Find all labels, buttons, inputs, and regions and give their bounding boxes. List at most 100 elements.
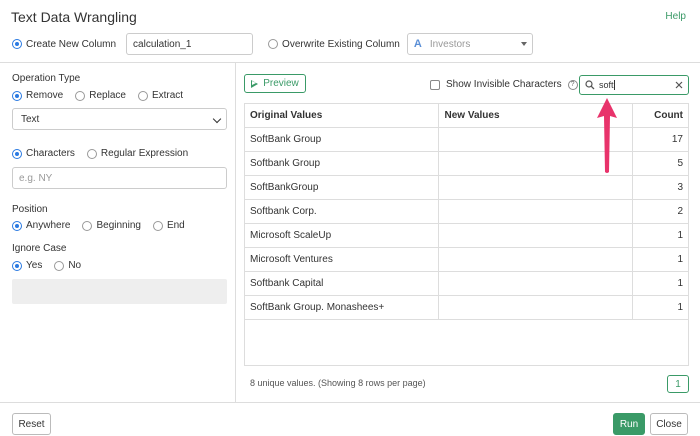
operation-target-value: Text: [21, 113, 40, 125]
radio-unselected-icon: [268, 39, 279, 49]
show-invisible-characters-label: Show Invisible Characters: [446, 79, 562, 90]
table-row: SoftBank Group. Monashees+ 1: [244, 295, 689, 320]
overwrite-existing-column-label: Overwrite Existing Column: [282, 38, 400, 50]
position-heading: Position: [12, 204, 48, 215]
help-link[interactable]: Help: [665, 11, 686, 22]
preview-label: Preview: [263, 78, 299, 89]
radio-selected-icon: [12, 260, 22, 271]
position-beginning-label: Beginning: [96, 220, 141, 231]
count-cell: 3: [631, 175, 689, 200]
count-cell: 5: [631, 151, 689, 176]
operation-type-heading: Operation Type: [12, 73, 81, 84]
radio-unselected-icon: [75, 90, 86, 101]
radio-selected-icon: [12, 90, 22, 101]
disabled-field-placeholder: [12, 279, 227, 304]
count-cell: 1: [631, 223, 689, 248]
table-header-row: Original Values New Values Count: [244, 103, 689, 128]
create-new-column-label: Create New Column: [26, 38, 117, 50]
table-row: Microsoft ScaleUp 1: [244, 223, 689, 248]
new-value-cell[interactable]: [437, 295, 632, 320]
operation-replace-label: Replace: [89, 90, 126, 101]
match-type-options: Characters Regular Expression: [12, 148, 188, 159]
operation-remove-radio[interactable]: Remove: [12, 90, 63, 101]
table-row: Microsoft Ventures 1: [244, 247, 689, 272]
search-box[interactable]: soft: [579, 75, 689, 95]
play-icon: [251, 79, 259, 88]
pagination-page-button[interactable]: 1: [667, 375, 689, 393]
show-invisible-characters-checkbox[interactable]: Show Invisible Characters ?: [430, 79, 578, 90]
search-icon: [585, 80, 595, 90]
operation-target-select[interactable]: Text: [12, 108, 227, 130]
original-value-cell: SoftBank Group: [244, 127, 438, 152]
radio-selected-icon: [12, 220, 22, 231]
position-anywhere-radio[interactable]: Anywhere: [12, 220, 70, 231]
new-value-cell[interactable]: [437, 247, 632, 272]
close-button[interactable]: Close: [650, 413, 688, 435]
radio-selected-icon: [12, 148, 22, 159]
radio-unselected-icon: [82, 220, 93, 231]
info-icon: ?: [567, 79, 578, 90]
preview-button[interactable]: Preview: [244, 74, 306, 93]
original-value-cell: Softbank Corp.: [244, 199, 438, 224]
text-type-icon: A: [413, 38, 422, 50]
close-icon[interactable]: [675, 81, 683, 89]
ignore-case-heading: Ignore Case: [12, 243, 67, 254]
table-row: Softbank Capital 1: [244, 271, 689, 296]
ignore-case-options: Yes No: [12, 260, 81, 271]
dialog-title: Text Data Wrangling: [11, 9, 137, 25]
dropdown-arrow-icon: [520, 42, 527, 46]
original-value-cell: SoftBankGroup: [244, 175, 438, 200]
table-summary-text: 8 unique values. (Showing 8 rows per pag…: [250, 378, 426, 388]
ignore-case-no-label: No: [68, 260, 82, 271]
operation-type-options: Remove Replace Extract: [12, 90, 183, 101]
original-values-header[interactable]: Original Values: [244, 103, 438, 128]
original-value-cell: Softbank Capital: [244, 271, 438, 296]
original-value-cell: Softbank Group: [244, 151, 438, 176]
count-cell: 2: [631, 199, 689, 224]
search-input[interactable]: soft: [599, 80, 615, 90]
new-value-cell[interactable]: [437, 223, 632, 248]
radio-unselected-icon: [86, 148, 97, 159]
count-header[interactable]: Count: [631, 103, 689, 128]
match-characters-label: Characters: [26, 148, 75, 159]
target-column-row: Create New Column calculation_1 Overwrit…: [12, 33, 533, 55]
position-beginning-radio[interactable]: Beginning: [82, 220, 141, 231]
radio-unselected-icon: [137, 90, 148, 101]
position-end-radio[interactable]: End: [152, 220, 185, 231]
reset-button[interactable]: Reset: [12, 413, 51, 435]
annotation-arrow-icon: [597, 98, 617, 173]
match-text-input[interactable]: e.g. NY: [12, 167, 227, 189]
operation-extract-radio[interactable]: Extract: [137, 90, 184, 101]
existing-column-value: Investors: [429, 38, 471, 50]
existing-column-select[interactable]: A Investors: [406, 33, 533, 55]
position-options: Anywhere Beginning End: [12, 220, 185, 231]
match-regex-radio[interactable]: Regular Expression: [86, 148, 189, 159]
values-table: Original Values New Values Count SoftBan…: [244, 103, 689, 320]
radio-unselected-icon: [54, 260, 65, 271]
run-button[interactable]: Run: [613, 413, 645, 435]
count-cell: 1: [631, 295, 689, 320]
position-end-label: End: [166, 220, 185, 231]
divider: [0, 402, 700, 403]
count-cell: 1: [631, 271, 689, 296]
match-characters-radio[interactable]: Characters: [12, 148, 75, 159]
match-regex-label: Regular Expression: [100, 148, 189, 159]
ignore-case-yes-label: Yes: [26, 260, 43, 271]
create-new-column-radio[interactable]: Create New Column: [12, 39, 116, 50]
original-value-cell: Microsoft ScaleUp: [244, 223, 438, 248]
count-cell: 1: [631, 247, 689, 272]
new-value-cell[interactable]: [437, 175, 632, 200]
new-column-name-input[interactable]: calculation_1: [126, 33, 254, 55]
table-row: Softbank Corp. 2: [244, 199, 689, 224]
position-anywhere-label: Anywhere: [26, 220, 71, 231]
operation-remove-label: Remove: [26, 90, 64, 101]
table-row: Softbank Group 5: [244, 151, 689, 176]
chevron-down-icon: [212, 114, 222, 124]
operation-replace-radio[interactable]: Replace: [75, 90, 126, 101]
ignore-case-yes-radio[interactable]: Yes: [12, 260, 42, 271]
overwrite-existing-column-radio[interactable]: Overwrite Existing Column: [268, 39, 400, 50]
ignore-case-no-radio[interactable]: No: [54, 260, 81, 271]
new-value-cell[interactable]: [437, 199, 632, 224]
operation-extract-label: Extract: [151, 90, 184, 101]
new-value-cell[interactable]: [437, 271, 632, 296]
